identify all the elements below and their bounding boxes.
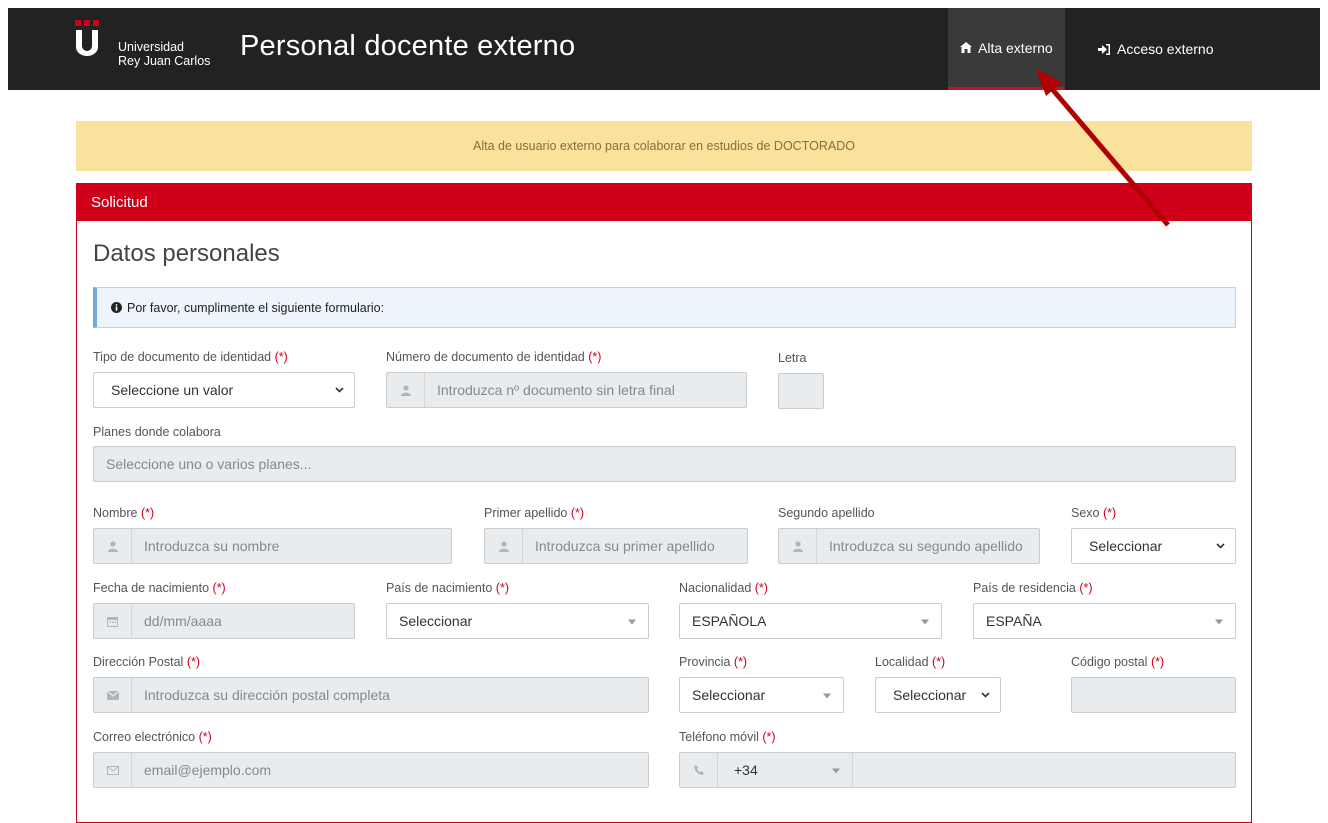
primer-apellido-label: Primer apellido (*) (484, 506, 585, 520)
direccion-input[interactable]: Introduzca su dirección postal completa (93, 677, 649, 713)
sexo-label: Sexo (*) (1071, 506, 1117, 520)
doctorado-alert: Alta de usuario externo para colaborar e… (76, 121, 1252, 171)
info-circle-icon (111, 302, 122, 313)
tipo-doc-label: Tipo de documento de identidad (*) (93, 350, 288, 364)
letra-label: Letra (778, 351, 807, 365)
email-label: Correo electrónico (*) (93, 730, 212, 744)
user-icon (779, 529, 817, 563)
urjc-logo (75, 20, 99, 56)
tipo-doc-select[interactable]: Seleccione un valor (93, 372, 355, 408)
info-text: Por favor, cumplimente el siguiente form… (127, 300, 385, 315)
user-icon (387, 373, 425, 407)
num-doc-label: Número de documento de identidad (*) (386, 350, 602, 364)
primer-apellido-input[interactable]: Introduzca su primer apellido (484, 528, 748, 564)
chevron-down-icon (335, 387, 344, 393)
pais-nac-select[interactable]: Seleccionar (386, 603, 649, 639)
envelope-icon (94, 678, 132, 712)
envelope-outline-icon (94, 753, 132, 787)
caret-down-icon (628, 619, 636, 625)
section-title: Datos personales (93, 240, 280, 267)
solicitud-panel (76, 183, 1252, 823)
phone-prefix-select[interactable]: +34 (718, 753, 853, 787)
num-doc-input[interactable]: Introduzca nº documento sin letra final (386, 372, 747, 408)
info-message: Por favor, cumplimente el siguiente form… (93, 287, 1236, 328)
segundo-apellido-label: Segundo apellido (778, 506, 875, 520)
home-icon (960, 42, 972, 53)
brand-name: Universidad Rey Juan Carlos (118, 40, 210, 68)
planes-label: Planes donde colabora (93, 425, 221, 439)
nav-acceso-externo-label: Acceso externo (1117, 41, 1214, 57)
localidad-select[interactable]: Seleccionar (875, 677, 1001, 713)
fecha-nac-label: Fecha de nacimiento (*) (93, 581, 226, 595)
caret-down-icon (1215, 619, 1223, 625)
chevron-down-icon (981, 692, 990, 698)
top-navbar: Universidad Rey Juan Carlos Personal doc… (8, 8, 1320, 90)
brand-line-1: Universidad (118, 40, 185, 54)
caret-down-icon (832, 768, 840, 774)
telefono-label: Teléfono móvil (*) (679, 730, 776, 744)
chevron-down-icon (1216, 543, 1225, 549)
app-title: Personal docente externo (240, 30, 576, 62)
pais-nac-label: País de nacimiento (*) (386, 581, 509, 595)
phone-icon (680, 753, 718, 787)
user-icon (94, 529, 132, 563)
nav-acceso-externo[interactable]: Acceso externo (1086, 8, 1226, 90)
telefono-input[interactable]: +34 (679, 752, 1236, 788)
sign-in-icon (1098, 43, 1110, 55)
localidad-label: Localidad (*) (875, 655, 946, 669)
nombre-label: Nombre (*) (93, 506, 155, 520)
fecha-nac-input[interactable]: dd/mm/aaaa (93, 603, 355, 639)
pais-res-label: País de residencia (*) (973, 581, 1093, 595)
provincia-select[interactable]: Seleccionar (679, 677, 844, 713)
nombre-input[interactable]: Introduzca su nombre (93, 528, 452, 564)
nacionalidad-label: Nacionalidad (*) (679, 581, 768, 595)
letra-input[interactable] (778, 373, 824, 409)
user-icon (485, 529, 523, 563)
segundo-apellido-input[interactable]: Introduzca su segundo apellido (778, 528, 1040, 564)
nav-alta-externo[interactable]: Alta externo (948, 8, 1065, 90)
caret-down-icon (921, 619, 929, 625)
nacionalidad-select[interactable]: ESPAÑOLA (679, 603, 942, 639)
cp-input[interactable] (1071, 677, 1236, 713)
brand-line-2: Rey Juan Carlos (118, 54, 211, 68)
panel-heading: Solicitud (76, 183, 1252, 221)
direccion-label: Dirección Postal (*) (93, 655, 201, 669)
pais-res-select[interactable]: ESPAÑA (973, 603, 1236, 639)
sexo-select[interactable]: Seleccionar (1071, 528, 1236, 564)
cp-label: Código postal (*) (1071, 655, 1165, 669)
email-input[interactable]: email@ejemplo.com (93, 752, 649, 788)
provincia-label: Provincia (*) (679, 655, 748, 669)
planes-multiselect[interactable]: Seleccione uno o varios planes... (93, 446, 1236, 482)
caret-down-icon (823, 693, 831, 699)
calendar-icon (94, 604, 132, 638)
nav-alta-externo-label: Alta externo (978, 39, 1053, 56)
